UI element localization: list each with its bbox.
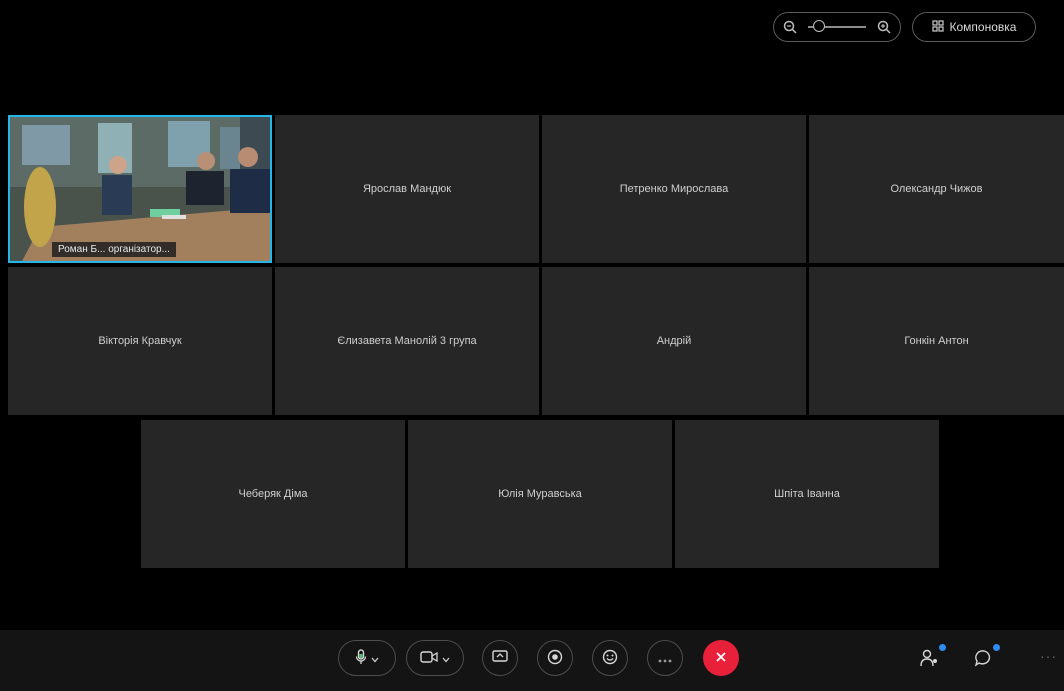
participant-name: Олександр Чижов (890, 183, 983, 195)
participant-tile[interactable]: Вікторія Кравчук (8, 267, 272, 415)
participant-name: Чеберяк Діма (238, 488, 308, 500)
smiley-icon (602, 649, 618, 668)
participant-tile[interactable]: Олександр Чижов (809, 115, 1064, 263)
participant-name: Єлизавета Манолій 3 група (337, 335, 477, 347)
more-options-button[interactable] (647, 640, 683, 676)
camera-icon (420, 650, 438, 666)
top-bar: Компоновка (0, 0, 1064, 52)
participant-name: Петренко Мирослава (619, 183, 729, 195)
layout-button[interactable]: Компоновка (912, 12, 1036, 42)
participant-name: Роман Б... організатор... (52, 242, 176, 257)
zoom-slider-knob[interactable] (812, 20, 825, 32)
zoom-control[interactable] (773, 12, 901, 42)
participant-tile[interactable]: Ярослав Мандюк (275, 115, 539, 263)
microphone-icon (355, 648, 367, 668)
participant-tile[interactable]: Чеберяк Діма (141, 420, 405, 568)
record-icon (547, 649, 563, 668)
participant-tile[interactable]: Шпіта Іванна (675, 420, 939, 568)
grid-icon (931, 19, 944, 35)
participant-name: Андрій (656, 335, 692, 347)
participant-grid: Роман Б... організатор... Ярослав Мандюк… (8, 115, 1064, 575)
mute-button[interactable] (338, 640, 396, 676)
close-icon (715, 651, 727, 666)
participant-name: Вікторія Кравчук (98, 335, 182, 347)
share-screen-icon (492, 650, 508, 666)
participant-tile[interactable]: Гонкін Антон (809, 267, 1064, 415)
chat-button[interactable] (972, 644, 1000, 672)
zoom-slider[interactable] (808, 20, 866, 32)
overflow-menu-icon[interactable]: ··· (1040, 648, 1057, 664)
share-screen-button[interactable] (482, 640, 518, 676)
participant-name: Юлія Муравська (498, 488, 582, 500)
participant-name: Гонкін Антон (904, 335, 969, 347)
participants-icon (920, 649, 940, 672)
layout-button-label: Компоновка (949, 20, 1017, 34)
more-icon (658, 651, 672, 666)
participant-tile[interactable]: Петренко Мирослава (542, 115, 806, 263)
participant-tile[interactable]: Єлизавета Манолій 3 група (275, 267, 539, 415)
chevron-down-icon[interactable] (442, 651, 450, 666)
participant-tile-video[interactable]: Роман Б... організатор... (8, 115, 272, 263)
participant-name: Ярослав Мандюк (362, 183, 452, 195)
record-button[interactable] (537, 640, 573, 676)
end-call-button[interactable] (703, 640, 739, 676)
chat-icon (974, 649, 994, 672)
notification-dot (993, 644, 1000, 651)
zoom-out-icon[interactable] (782, 19, 798, 35)
participant-tile[interactable]: Андрій (542, 267, 806, 415)
notification-dot (939, 644, 946, 651)
participants-button[interactable] (918, 644, 946, 672)
zoom-in-icon[interactable] (876, 19, 892, 35)
reactions-button[interactable] (592, 640, 628, 676)
video-button[interactable] (406, 640, 464, 676)
participant-tile[interactable]: Юлія Муравська (408, 420, 672, 568)
participant-name: Шпіта Іванна (774, 488, 840, 500)
chevron-down-icon[interactable] (371, 651, 379, 666)
meeting-control-bar: ··· (0, 630, 1064, 691)
